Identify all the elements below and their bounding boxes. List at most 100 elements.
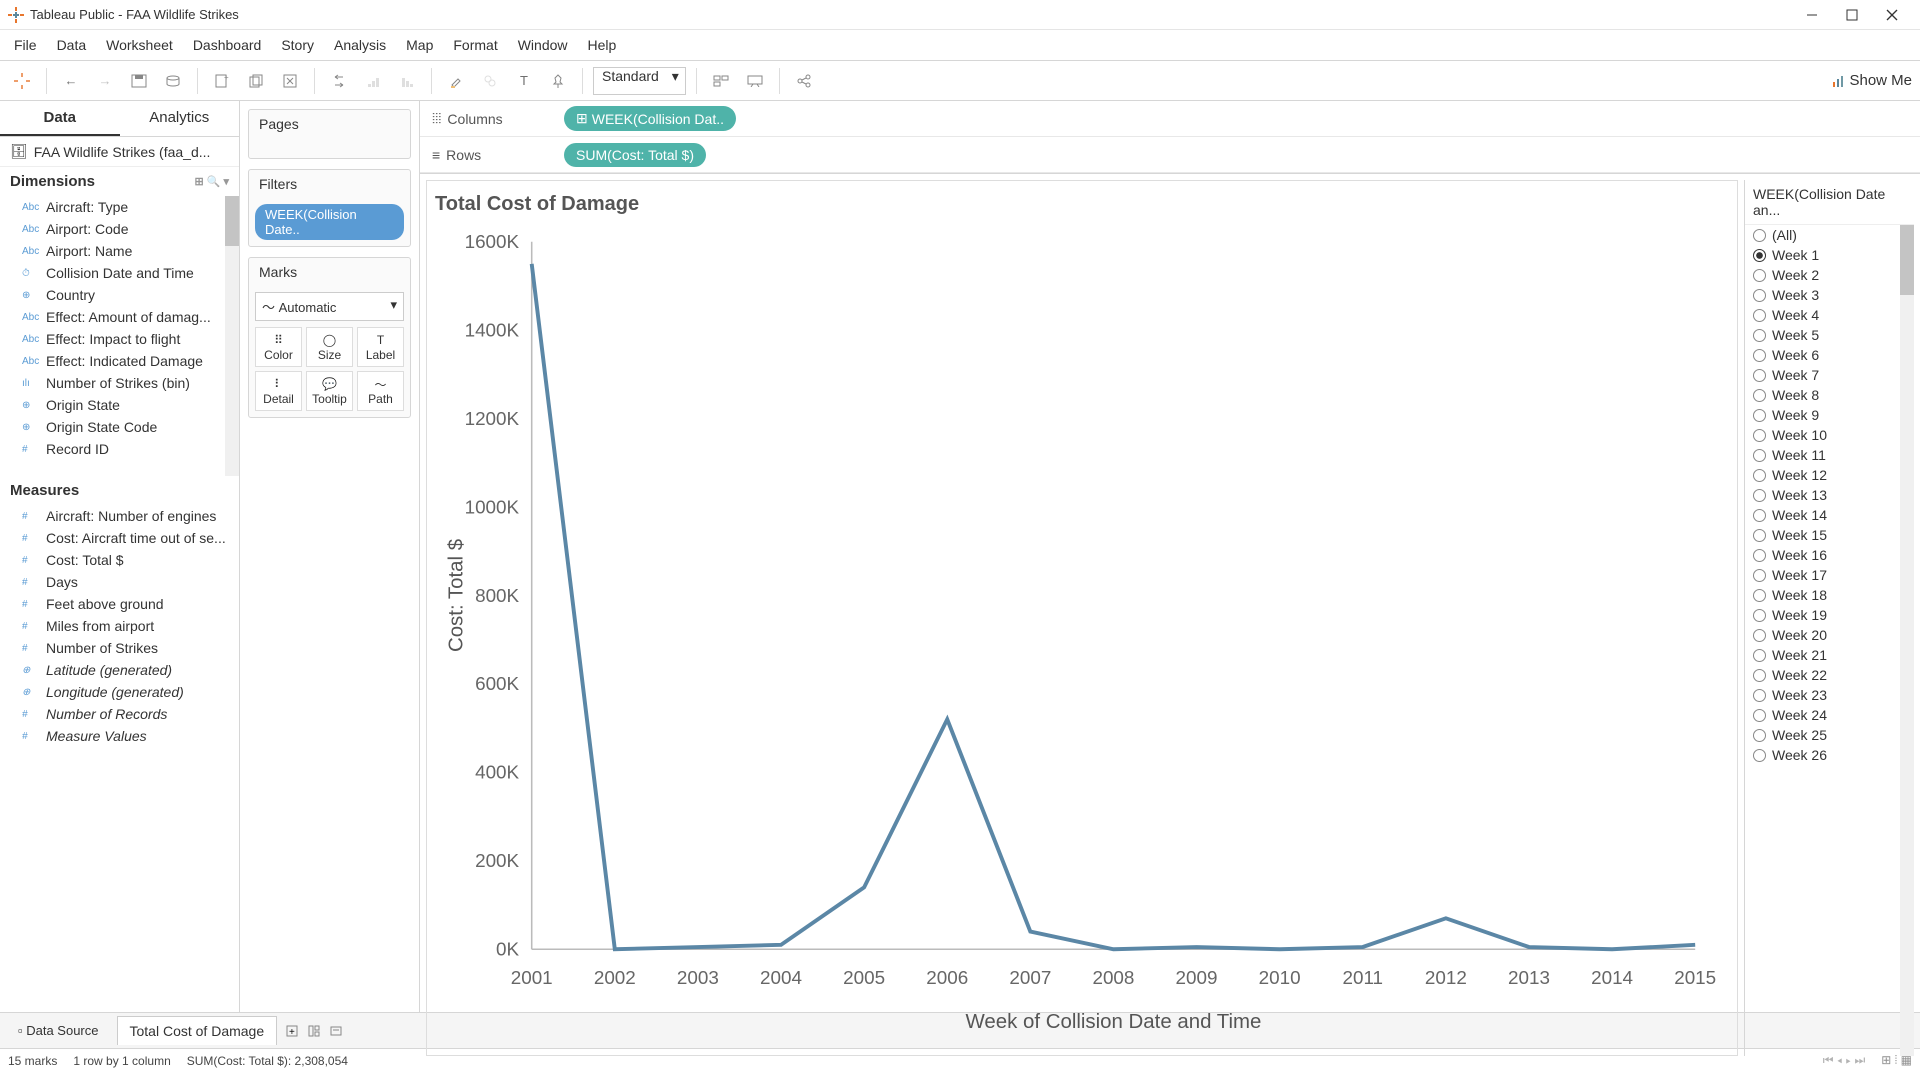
dimension-field[interactable]: ılıNumber of Strikes (bin) bbox=[0, 372, 239, 394]
filter-option[interactable]: Week 23 bbox=[1745, 685, 1914, 705]
new-dashboard-tab[interactable] bbox=[307, 1024, 321, 1038]
save-button[interactable] bbox=[125, 67, 153, 95]
sort-desc-button[interactable] bbox=[393, 67, 421, 95]
pin-button[interactable] bbox=[544, 67, 572, 95]
rows-pill[interactable]: SUM(Cost: Total $) bbox=[564, 143, 706, 167]
label-button[interactable]: T bbox=[510, 67, 538, 95]
dimension-field[interactable]: AbcAircraft: Type bbox=[0, 196, 239, 218]
filter-all[interactable]: (All) bbox=[1745, 225, 1914, 245]
measure-field[interactable]: #Cost: Total $ bbox=[0, 549, 239, 571]
dimension-field[interactable]: #Record ID bbox=[0, 438, 239, 460]
columns-shelf[interactable]: ⦙⦙⦙Columns ⊞WEEK(Collision Dat.. bbox=[420, 101, 1920, 137]
marks-path[interactable]: 〜Path bbox=[357, 371, 404, 411]
new-story-tab[interactable] bbox=[329, 1024, 343, 1038]
highlight-button[interactable] bbox=[442, 67, 470, 95]
clear-button[interactable] bbox=[276, 67, 304, 95]
undo-button[interactable]: ← bbox=[57, 67, 85, 95]
filter-option[interactable]: Week 17 bbox=[1745, 565, 1914, 585]
filter-option[interactable]: Week 9 bbox=[1745, 405, 1914, 425]
measure-field[interactable]: #Miles from airport bbox=[0, 615, 239, 637]
close-button[interactable] bbox=[1872, 0, 1912, 30]
presentation-button[interactable] bbox=[741, 67, 769, 95]
filter-option[interactable]: Week 16 bbox=[1745, 545, 1914, 565]
measure-field[interactable]: #Cost: Aircraft time out of se... bbox=[0, 527, 239, 549]
filter-option[interactable]: Week 14 bbox=[1745, 505, 1914, 525]
marks-label[interactable]: TLabel bbox=[357, 327, 404, 367]
filter-option[interactable]: Week 22 bbox=[1745, 665, 1914, 685]
view-icon[interactable]: ⊞ 🔍 ▾ bbox=[194, 175, 229, 188]
filter-option[interactable]: Week 6 bbox=[1745, 345, 1914, 365]
dimension-field[interactable]: ⊕Origin State bbox=[0, 394, 239, 416]
filter-option[interactable]: Week 25 bbox=[1745, 725, 1914, 745]
nav-first-icon[interactable]: ⏮ ◂ ▸ ⏭ bbox=[1823, 1053, 1865, 1068]
menu-dashboard[interactable]: Dashboard bbox=[185, 34, 270, 56]
sheet-tab[interactable]: Total Cost of Damage bbox=[117, 1016, 278, 1045]
filter-option[interactable]: Week 24 bbox=[1745, 705, 1914, 725]
measure-field[interactable]: #Days bbox=[0, 571, 239, 593]
dimension-field[interactable]: AbcAirport: Name bbox=[0, 240, 239, 262]
chart-title[interactable]: Total Cost of Damage bbox=[435, 189, 1729, 226]
sort-asc-button[interactable] bbox=[359, 67, 387, 95]
swap-button[interactable] bbox=[325, 67, 353, 95]
menu-data[interactable]: Data bbox=[49, 34, 95, 56]
menu-analysis[interactable]: Analysis bbox=[326, 34, 394, 56]
menu-worksheet[interactable]: Worksheet bbox=[98, 34, 181, 56]
new-worksheet-tab[interactable]: + bbox=[285, 1024, 299, 1038]
filter-option[interactable]: Week 20 bbox=[1745, 625, 1914, 645]
marks-detail[interactable]: ⠇Detail bbox=[255, 371, 302, 411]
measure-field[interactable]: #Aircraft: Number of engines bbox=[0, 505, 239, 527]
measure-field[interactable]: #Feet above ground bbox=[0, 593, 239, 615]
menu-help[interactable]: Help bbox=[580, 34, 625, 56]
filter-option[interactable]: Week 21 bbox=[1745, 645, 1914, 665]
filter-option[interactable]: Week 4 bbox=[1745, 305, 1914, 325]
group-button[interactable] bbox=[476, 67, 504, 95]
filter-option[interactable]: Week 19 bbox=[1745, 605, 1914, 625]
filter-option[interactable]: Week 8 bbox=[1745, 385, 1914, 405]
filter-option[interactable]: Week 18 bbox=[1745, 585, 1914, 605]
filter-option[interactable]: Week 2 bbox=[1745, 265, 1914, 285]
menu-window[interactable]: Window bbox=[510, 34, 576, 56]
menu-format[interactable]: Format bbox=[445, 34, 505, 56]
tableau-icon[interactable] bbox=[8, 67, 36, 95]
marks-tooltip[interactable]: 💬Tooltip bbox=[306, 371, 353, 411]
marks-size[interactable]: ◯Size bbox=[306, 327, 353, 367]
filter-option[interactable]: Week 7 bbox=[1745, 365, 1914, 385]
dimension-field[interactable]: ⏱Collision Date and Time bbox=[0, 262, 239, 284]
new-worksheet-button[interactable]: + bbox=[208, 67, 236, 95]
line-chart[interactable]: 0K200K400K600K800K1000K1200K1400K1600KCo… bbox=[435, 226, 1729, 1044]
dimension-field[interactable]: AbcEffect: Amount of damag... bbox=[0, 306, 239, 328]
view-mode-icons[interactable]: ⊞ ⦙ ▦ bbox=[1881, 1053, 1912, 1068]
cards-button[interactable] bbox=[707, 67, 735, 95]
datasource-tab[interactable]: ▫ Data Source bbox=[8, 1017, 109, 1044]
maximize-button[interactable] bbox=[1832, 0, 1872, 30]
measure-field[interactable]: #Measure Values bbox=[0, 725, 239, 747]
menu-file[interactable]: File bbox=[6, 34, 45, 56]
filter-option[interactable]: Week 26 bbox=[1745, 745, 1914, 765]
marks-type-dropdown[interactable]: 〜 Automatic ▾ bbox=[255, 292, 404, 321]
filter-option[interactable]: Week 12 bbox=[1745, 465, 1914, 485]
filter-option[interactable]: Week 10 bbox=[1745, 425, 1914, 445]
menu-map[interactable]: Map bbox=[398, 34, 441, 56]
filter-option[interactable]: Week 3 bbox=[1745, 285, 1914, 305]
filter-option[interactable]: Week 13 bbox=[1745, 485, 1914, 505]
measure-field[interactable]: ⊕Longitude (generated) bbox=[0, 681, 239, 703]
filter-option[interactable]: Week 11 bbox=[1745, 445, 1914, 465]
measure-field[interactable]: #Number of Records bbox=[0, 703, 239, 725]
measure-field[interactable]: ⊕Latitude (generated) bbox=[0, 659, 239, 681]
new-datasource-button[interactable] bbox=[159, 67, 187, 95]
dimension-field[interactable]: AbcEffect: Impact to flight bbox=[0, 328, 239, 350]
marks-color[interactable]: ⠿Color bbox=[255, 327, 302, 367]
filter-option[interactable]: Week 5 bbox=[1745, 325, 1914, 345]
filter-pill[interactable]: WEEK(Collision Date.. bbox=[255, 204, 404, 240]
duplicate-button[interactable] bbox=[242, 67, 270, 95]
measure-field[interactable]: #Number of Strikes bbox=[0, 637, 239, 659]
dimension-field[interactable]: ⊕Origin State Code bbox=[0, 416, 239, 438]
redo-button[interactable]: → bbox=[91, 67, 119, 95]
menu-story[interactable]: Story bbox=[273, 34, 322, 56]
tab-analytics[interactable]: Analytics bbox=[120, 101, 240, 136]
tab-data[interactable]: Data bbox=[0, 101, 120, 136]
columns-pill[interactable]: ⊞WEEK(Collision Dat.. bbox=[564, 106, 736, 131]
filter-option[interactable]: Week 1 bbox=[1745, 245, 1914, 265]
fit-dropdown[interactable]: Standard▾ bbox=[593, 67, 686, 95]
show-me-button[interactable]: Show Me bbox=[1831, 72, 1912, 89]
